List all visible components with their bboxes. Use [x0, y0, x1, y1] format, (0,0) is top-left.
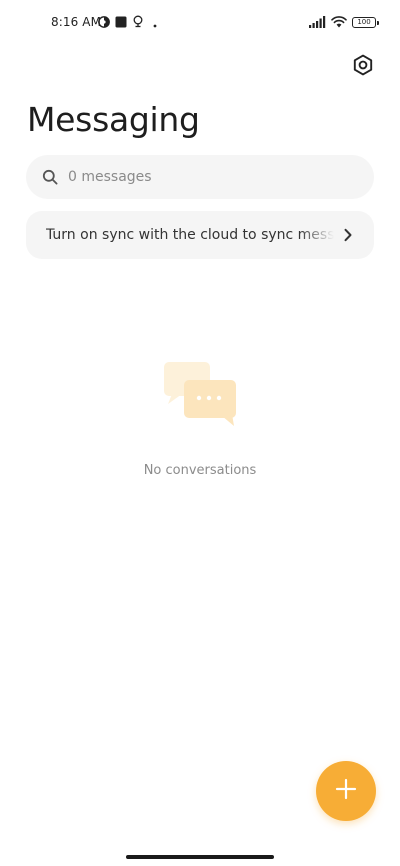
search-input[interactable] [68, 169, 328, 185]
status-bar: 8:16 AM 100 [0, 0, 400, 44]
bulb-notification-icon [132, 13, 144, 32]
signal-icon [309, 13, 326, 32]
plus-icon [335, 778, 357, 804]
battery-icon: 100 [352, 16, 379, 28]
status-system-icons: 100 [309, 13, 379, 32]
status-notification-icons [98, 15, 157, 29]
status-time: 8:16 AM [51, 15, 102, 29]
chat-bubbles-icon [162, 360, 238, 428]
dot-icon [153, 13, 157, 32]
empty-state-text: No conversations [143, 463, 257, 478]
square-notification-icon [115, 13, 127, 32]
sync-banner-text: Turn on sync with the cloud to sync mess… [46, 227, 334, 243]
home-indicator[interactable] [126, 855, 274, 859]
search-icon [41, 168, 59, 186]
gear-icon [352, 54, 374, 80]
chevron-right-icon [340, 227, 356, 243]
sync-banner[interactable]: Turn on sync with the cloud to sync mess… [26, 211, 374, 259]
search-bar[interactable] [26, 155, 374, 199]
settings-button[interactable] [350, 54, 376, 80]
app-notification-icon [98, 13, 110, 32]
new-conversation-button[interactable] [316, 761, 376, 821]
page-title: Messaging [27, 100, 200, 139]
wifi-icon [331, 13, 347, 32]
